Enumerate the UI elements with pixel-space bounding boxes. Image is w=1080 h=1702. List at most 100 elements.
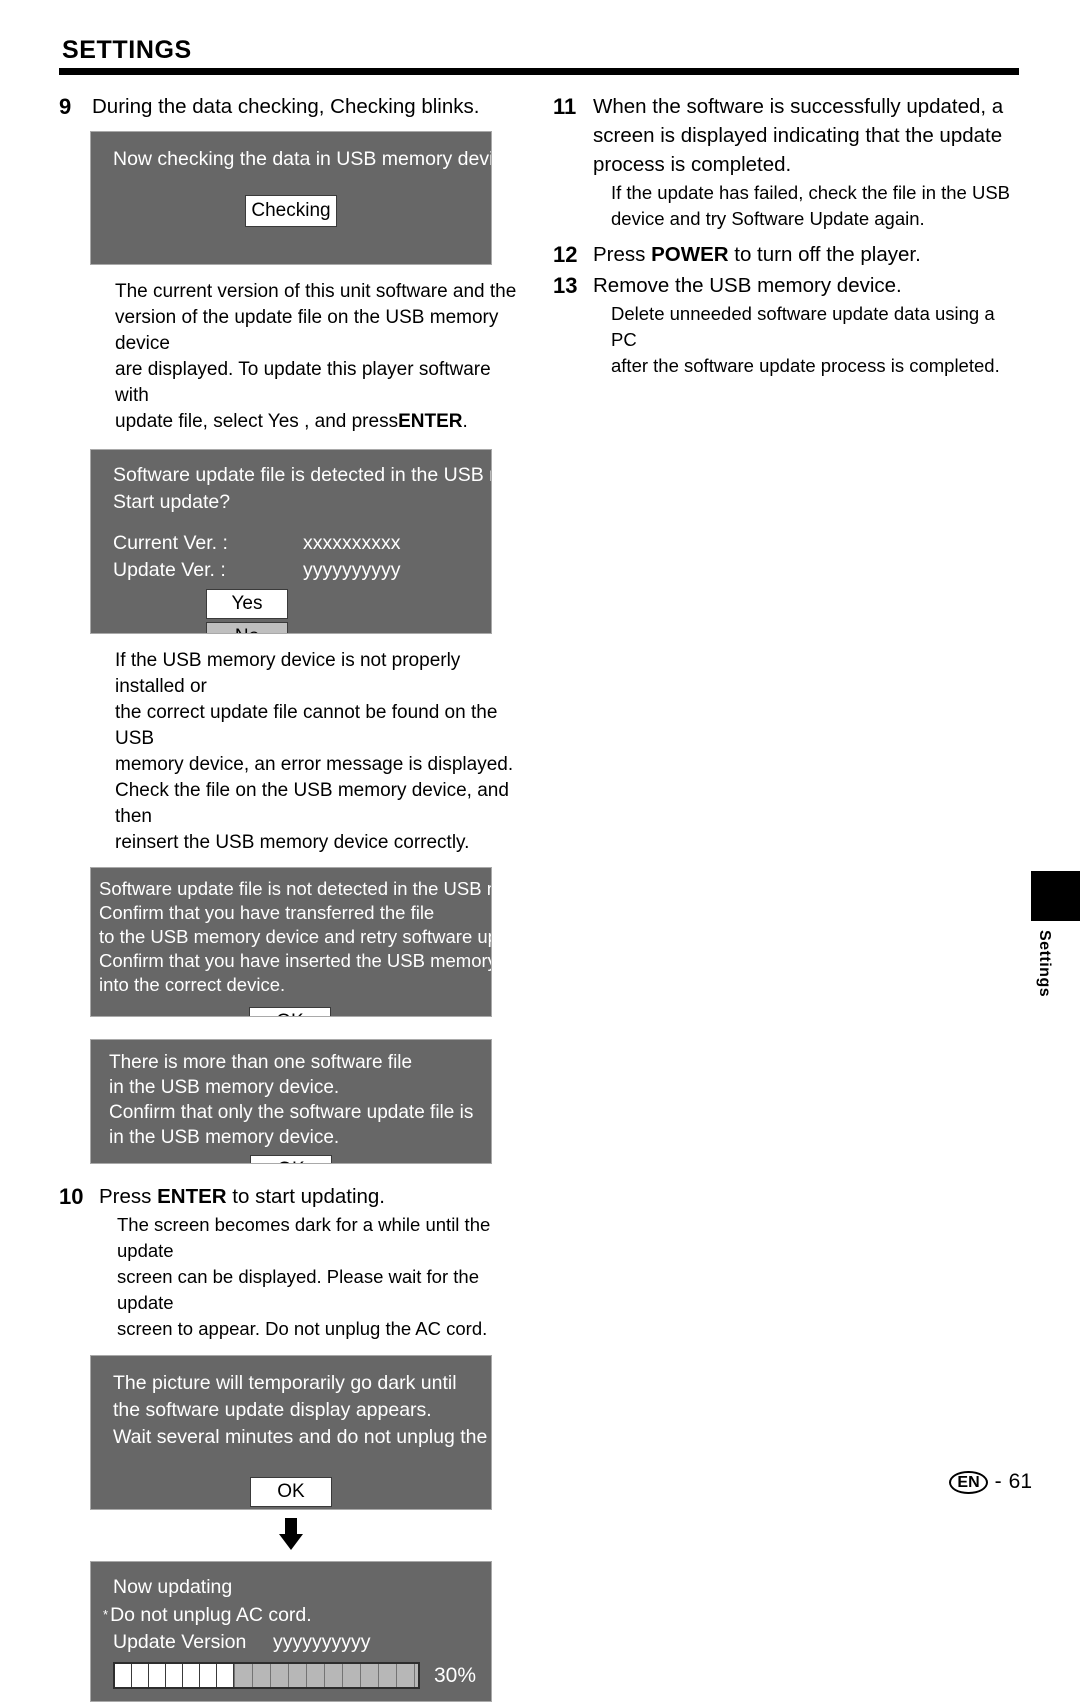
side-tab-marker — [1031, 871, 1080, 921]
update-version-row: Update Ver. : yyyyyyyyyy — [113, 557, 491, 584]
osd-multiple-line2: in the USB memory device. — [109, 1077, 340, 1098]
osd-dark-line2: the software update display appears. — [113, 1399, 432, 1421]
progress-segment — [183, 1664, 200, 1687]
step-13-text: Remove the USB memory device. — [593, 274, 902, 297]
note-line: screen can be displayed. Please wait for… — [117, 1266, 479, 1313]
step-12: 12 Press POWER to turn off the player. — [553, 240, 1023, 269]
osd-multiple-line3: Confirm that only the software update fi… — [109, 1102, 474, 1123]
language-badge: EN — [949, 1470, 988, 1494]
updating-version-label: Update Version — [113, 1631, 247, 1653]
arrow-down-icon — [279, 1518, 303, 1550]
step-9-number: 9 — [59, 94, 72, 119]
paragraph-line: If the USB memory device is not properly… — [115, 650, 461, 697]
osd-multiple-line1: There is more than one software file — [109, 1052, 413, 1073]
step-11-note: If the update has failed, check the file… — [611, 180, 1023, 232]
step-13: 13 Remove the USB memory device. Delete … — [553, 271, 1023, 379]
ok-button[interactable]: OK — [250, 1477, 332, 1507]
flow-arrow — [90, 1518, 492, 1555]
checking-button[interactable]: Checking — [245, 195, 337, 227]
paragraph-line: reinsert the USB memory device correctly… — [115, 832, 470, 853]
step-10-text-pre: Press — [99, 1185, 158, 1208]
step-line: When the software is successfully update… — [593, 95, 1004, 118]
osd-dialog-not-detected: Software update file is not detected in … — [90, 867, 492, 1017]
step-12-number: 12 — [553, 242, 578, 267]
osd-updating-title: Now updating — [113, 1576, 233, 1598]
progress-segment — [217, 1664, 234, 1687]
progress-bar — [113, 1662, 420, 1689]
page-footer: EN - 61 — [949, 1470, 1032, 1494]
osd-updating-warning-text: Do not unplug AC cord. — [110, 1604, 312, 1626]
update-version-value: yyyyyyyyyy — [303, 559, 401, 581]
step-13-number: 13 — [553, 273, 578, 298]
step-13-note: Delete unneeded software update data usi… — [611, 301, 1023, 379]
progress-segment — [149, 1664, 166, 1687]
progress-bar-remaining — [234, 1664, 418, 1687]
manual-page: SETTINGS 9 During the data checking, Che… — [0, 0, 1080, 1702]
step-line: screen is displayed indicating that the … — [593, 124, 1003, 147]
osd-not-detected-line2: Confirm that you have transferred the fi… — [99, 902, 435, 923]
osd-dialog-screen-dark: The picture will temporarily go dark unt… — [90, 1355, 492, 1510]
osd-checking-message: Now checking the data in USB memory devi… — [113, 148, 492, 170]
osd-dialog-now-updating: Now updating * Do not unplug AC cord. Upd… — [90, 1561, 492, 1702]
progress-percent-label: 30% — [434, 1664, 477, 1687]
paragraph-line: The current version of this unit softwar… — [115, 281, 517, 302]
left-column: 9 During the data checking, Checking bli… — [59, 92, 529, 1702]
current-version-value: xxxxxxxxxx — [303, 532, 401, 554]
note-line: If the update has failed, check the file… — [611, 182, 1011, 203]
step-10-number: 10 — [59, 1184, 84, 1209]
update-version-label: Update Ver. : — [113, 559, 226, 581]
current-version-row: Current Ver. : xxxxxxxxxx — [113, 530, 491, 557]
osd-multiple-line4: in the USB memory device. — [109, 1127, 340, 1148]
note-line: screen to appear. Do not unplug the AC c… — [117, 1318, 488, 1339]
ok-button[interactable]: OK — [250, 1155, 332, 1163]
progress-bar-fill — [115, 1664, 234, 1687]
osd-dialog-checking: Now checking the data in USB memory devi… — [90, 131, 492, 265]
progress-row: 30% — [113, 1662, 491, 1689]
step-9-text: During the data checking, Checking blink… — [92, 95, 480, 118]
header-divider — [59, 68, 1019, 75]
osd-not-detected-line4: Confirm that you have inserted the USB m… — [99, 950, 492, 971]
osd-not-detected-line3: to the USB memory device and retry softw… — [99, 926, 491, 947]
paragraph-line: version of the update file on the USB me… — [115, 307, 499, 354]
ok-button[interactable]: OK — [249, 1007, 331, 1016]
step-12-text: Press POWER to turn off the player. — [593, 240, 1023, 269]
osd-start-update-line2: Start update? — [113, 491, 231, 513]
step-11-text: When the software is successfully update… — [593, 92, 1023, 179]
osd-not-detected-line5: into the correct device. — [99, 974, 286, 995]
step-12-text-post: to turn off the player. — [728, 243, 921, 266]
page-title: SETTINGS — [62, 36, 192, 64]
no-button[interactable]: No — [206, 622, 288, 633]
step-10-note: The screen becomes dark for a while unti… — [117, 1212, 529, 1342]
power-key-label: POWER — [651, 243, 729, 266]
osd-dark-line3: Wait several minutes and do not unplug t… — [113, 1426, 492, 1448]
step-11: 11 When the software is successfully upd… — [553, 92, 1023, 232]
paragraph-line: memory device, an error message is displ… — [115, 754, 514, 775]
footer-separator: - — [994, 1470, 1002, 1493]
paragraph-line: are displayed. To update this player sof… — [115, 359, 491, 406]
osd-updating-warning: * Do not unplug AC cord. — [103, 1601, 491, 1629]
right-column: 11 When the software is successfully upd… — [553, 92, 1023, 381]
note-line: after the software update process is com… — [611, 355, 1000, 376]
paragraph-text: . — [462, 411, 468, 432]
current-version-label: Current Ver. : — [113, 532, 228, 554]
paragraph-error-info: If the USB memory device is not properly… — [115, 648, 529, 856]
paragraph-text: update file, select Yes , and press — [115, 411, 399, 432]
note-line: The screen becomes dark for a while unti… — [117, 1214, 491, 1261]
enter-key-label: ENTER — [157, 1185, 227, 1208]
osd-dark-line1: The picture will temporarily go dark unt… — [113, 1372, 457, 1394]
yes-button[interactable]: Yes — [206, 589, 288, 619]
step-10: 10 Press ENTER to start updating. The sc… — [59, 1182, 529, 1342]
progress-segment — [200, 1664, 217, 1687]
paragraph-line: Check the file on the USB memory device,… — [115, 780, 509, 827]
osd-dialog-start-update: Software update file is detected in the … — [90, 449, 492, 634]
star-bullet-icon: * — [103, 1607, 109, 1622]
step-10-text-post: to start updating. — [226, 1185, 385, 1208]
osd-dialog-multiple-files: There is more than one software file in … — [90, 1039, 492, 1164]
note-line: Delete unneeded software update data usi… — [611, 303, 995, 350]
page-number: 61 — [1008, 1470, 1032, 1493]
progress-segment — [132, 1664, 149, 1687]
progress-segment — [166, 1664, 183, 1687]
paragraph-line: update file, select Yes , and pressENTER… — [115, 409, 529, 435]
paragraph-line: the correct update file cannot be found … — [115, 702, 498, 749]
note-line: device and try Software Update again. — [611, 208, 925, 229]
